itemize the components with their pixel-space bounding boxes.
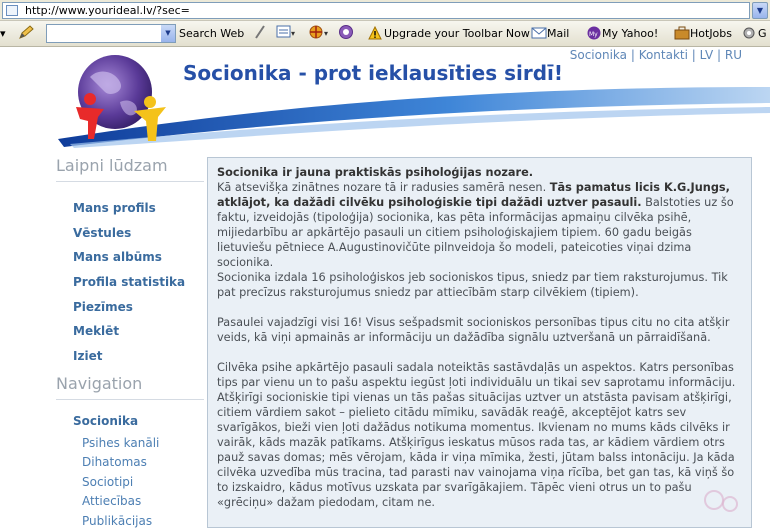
sidebar-item-logout[interactable]: Iziet xyxy=(73,344,206,369)
toolbar-dropdown-icon[interactable]: ▾ xyxy=(0,24,6,44)
search-web-button[interactable]: Search Web xyxy=(179,24,244,44)
mail-label: Mail xyxy=(547,27,569,40)
top-link-socionika[interactable]: Socionika xyxy=(570,48,627,62)
my-yahoo-button[interactable]: My My Yahoo! xyxy=(586,24,658,44)
welcome-heading: Laipni lūdzam xyxy=(56,155,206,177)
antispy-icon[interactable]: ▾ xyxy=(308,24,332,44)
highlight-icon[interactable] xyxy=(253,24,267,44)
url-dropdown-button[interactable]: ▼ xyxy=(752,2,768,19)
sidebar-item-notes[interactable]: Piezīmes xyxy=(73,295,206,320)
sidebar-item-search[interactable]: Meklēt xyxy=(73,319,206,344)
sixteen-paragraph: Pasaulei vajadzīgi visi 16! Visus sešpad… xyxy=(217,315,741,345)
page-icon xyxy=(6,5,18,16)
sidebar-item-socionika[interactable]: Socionika xyxy=(73,409,206,434)
svg-text:▾: ▾ xyxy=(324,29,328,38)
pencil-icon[interactable] xyxy=(18,24,36,44)
sidebar-item-messages[interactable]: Vēstules xyxy=(73,221,206,246)
psyche-paragraph: Cilvēka psihe apkārtējo pasauli sadala n… xyxy=(217,360,741,510)
hotjobs-label: HotJobs xyxy=(690,27,732,40)
sidebar-subitem-sociotypes[interactable]: Sociotipi xyxy=(82,473,206,493)
sidebar-subitem-dichotomies[interactable]: Dihatomas xyxy=(82,453,206,473)
watermark-logo xyxy=(692,480,762,520)
top-link-ru[interactable]: RU xyxy=(725,48,742,62)
yahoo-my-icon: My xyxy=(586,26,600,40)
sidebar-item-my-album[interactable]: Mans albūms xyxy=(73,245,206,270)
intro-paragraph: Socionika ir jauna praktiskās psiholoģij… xyxy=(217,165,741,270)
form-icon[interactable]: ▾ xyxy=(276,24,298,44)
sidebar-item-my-profile[interactable]: Mans profils xyxy=(73,196,206,221)
sidebar-subitem-psyche-channels[interactable]: Psihes kanāli xyxy=(82,434,206,454)
address-bar: http://www.yourideal.lv/?sec= ▼ xyxy=(0,0,770,21)
yahoo-toolbar: ▾ ▼ Search Web ▾ ▾ Upgrade your Toolbar … xyxy=(0,21,770,47)
briefcase-icon xyxy=(674,26,688,40)
settings-icon xyxy=(742,26,756,40)
toolbar-search-input[interactable]: ▼ xyxy=(46,24,176,43)
overflow-label: G xyxy=(758,27,767,40)
types-paragraph: Socionika izdala 16 psiholoģiskos jeb so… xyxy=(217,270,741,300)
globe-logo xyxy=(60,47,180,152)
navigation-heading: Navigation xyxy=(56,373,206,395)
warning-icon xyxy=(368,26,382,40)
top-links: Socionika | Kontakti | LV | RU xyxy=(570,48,742,62)
svg-text:My: My xyxy=(589,31,598,38)
intro-title: Socionika ir jauna praktiskās psiholoģij… xyxy=(217,166,533,179)
top-link-lv[interactable]: LV xyxy=(700,48,714,62)
upgrade-toolbar-button[interactable]: Upgrade your Toolbar Now! xyxy=(368,24,534,44)
url-input[interactable]: http://www.yourideal.lv/?sec= xyxy=(2,2,750,19)
search-dropdown-icon[interactable]: ▼ xyxy=(161,25,175,42)
mail-button[interactable]: Mail xyxy=(531,24,569,44)
site-title: Socionika - prot ieklausīties sirdī! xyxy=(183,61,563,85)
mail-icon xyxy=(531,26,545,40)
svg-text:▾: ▾ xyxy=(291,29,295,38)
popup-blocker-icon[interactable] xyxy=(338,24,354,44)
sidebar-item-profile-stats[interactable]: Profila statistika xyxy=(73,270,206,295)
my-yahoo-label: My Yahoo! xyxy=(602,27,658,40)
sidebar: Laipni lūdzam Mans profils Vēstules Mans… xyxy=(56,155,206,531)
overflow-button[interactable]: G xyxy=(742,24,767,44)
top-link-kontakti[interactable]: Kontakti xyxy=(639,48,688,62)
main-content: Socionika ir jauna praktiskās psiholoģij… xyxy=(207,157,752,528)
sidebar-subitem-relations[interactable]: Attiecības xyxy=(82,492,206,512)
hotjobs-button[interactable]: HotJobs xyxy=(674,24,732,44)
sidebar-subitem-publications[interactable]: Publikācijas xyxy=(82,512,206,531)
site-header: Socionika | Kontakti | LV | RU Socionika… xyxy=(0,47,770,152)
upgrade-toolbar-label: Upgrade your Toolbar Now! xyxy=(384,27,534,40)
